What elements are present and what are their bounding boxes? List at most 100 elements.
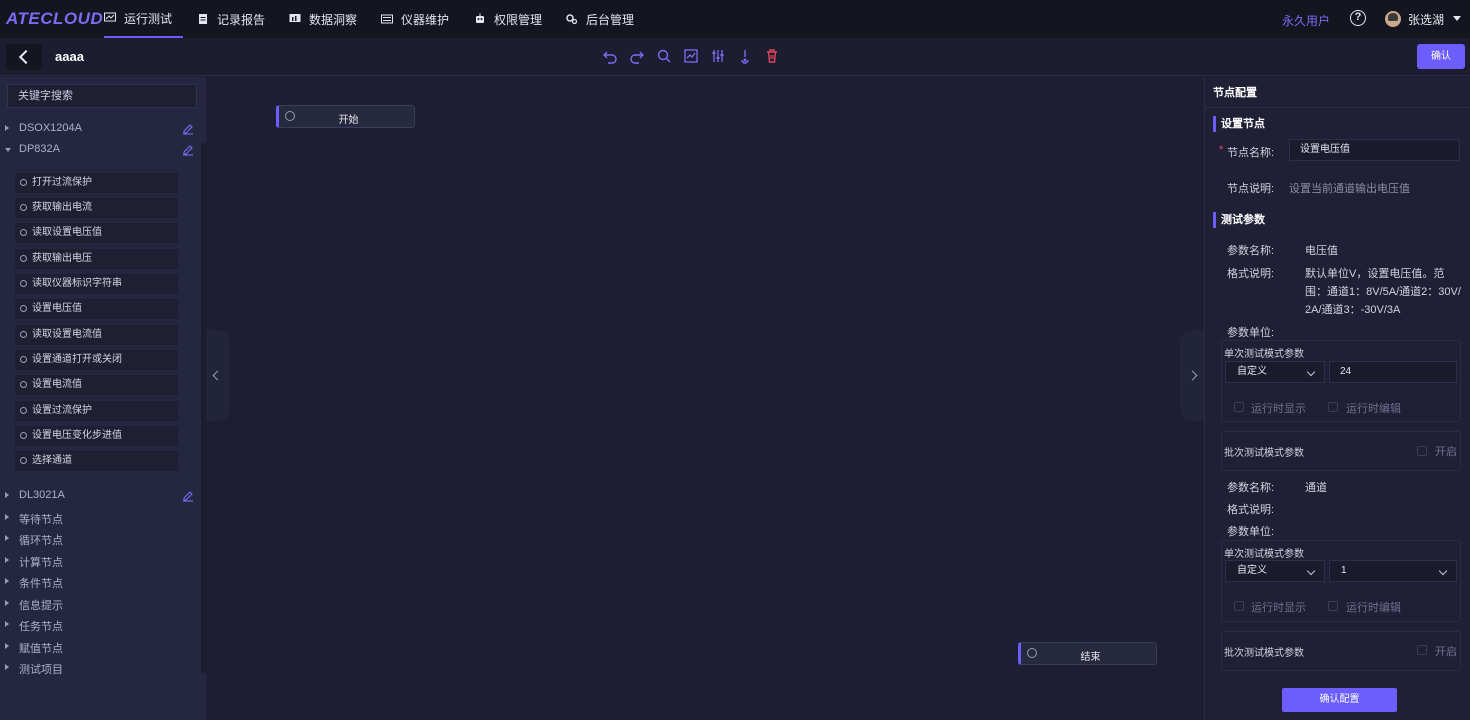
delete-icon[interactable] <box>764 48 780 64</box>
edit-icon[interactable] <box>181 142 195 156</box>
command-icon <box>20 356 27 363</box>
command-item[interactable]: 读取设置电压值 <box>15 223 178 243</box>
chevron-right-icon[interactable] <box>5 664 9 670</box>
chevron-right-icon[interactable] <box>5 578 9 584</box>
chevron-right-icon[interactable] <box>5 557 9 563</box>
command-item[interactable]: 读取设置电流值 <box>15 325 178 345</box>
command-item[interactable]: 读取仪器标识字符串 <box>15 274 178 294</box>
command-icon <box>20 331 27 338</box>
instrument-sidebar: 关键字搜索 DSOX1204A DP832A 打开过流保护 获取输出电流 读取设… <box>0 77 206 720</box>
command-item[interactable]: 设置电流值 <box>15 375 178 395</box>
tree-category[interactable]: 条件节点 <box>0 573 206 591</box>
runtime-edit-label: 运行时编辑 <box>1346 602 1401 614</box>
chart-icon[interactable] <box>683 48 699 64</box>
edit-icon[interactable] <box>181 121 195 135</box>
end-node[interactable]: 结束 <box>1018 642 1157 665</box>
chevron-right-icon[interactable] <box>5 600 9 606</box>
start-node[interactable]: 开始 <box>276 105 415 128</box>
help-icon[interactable]: ? <box>1350 10 1366 26</box>
confirm-button[interactable]: 确认 <box>1417 44 1465 69</box>
param-format-label: 格式说明: <box>1227 504 1275 516</box>
chevron-right-icon[interactable] <box>5 643 9 649</box>
tree-category[interactable]: 循环节点 <box>0 530 206 548</box>
tree-instrument-dl3021a[interactable]: DL3021A <box>0 487 206 505</box>
tree-instrument-dsox1204a[interactable]: DSOX1204A <box>0 120 206 138</box>
caret-down-icon[interactable] <box>1453 16 1461 21</box>
runtime-edit-checkbox[interactable] <box>1328 402 1338 412</box>
command-icon <box>20 179 27 186</box>
chevron-right-icon[interactable] <box>5 535 9 541</box>
avatar[interactable] <box>1385 11 1401 27</box>
command-item[interactable]: 设置电压值 <box>15 299 178 319</box>
batch-enable-checkbox[interactable] <box>1417 446 1427 456</box>
chevron-right-icon[interactable] <box>5 492 9 498</box>
chevron-right-icon[interactable] <box>5 621 9 627</box>
tree-category[interactable]: 测试项目 <box>0 659 206 677</box>
tree-label: DSOX1204A <box>19 122 82 134</box>
tree-category[interactable]: 计算节点 <box>0 552 206 570</box>
command-item[interactable]: 设置过流保护 <box>15 401 178 421</box>
batch-enable-checkbox[interactable] <box>1417 645 1427 655</box>
app-logo: ATECLOUD <box>6 9 104 28</box>
command-icon <box>20 280 27 287</box>
nav-permissions[interactable]: 权限管理 <box>474 0 542 38</box>
runtime-show-checkbox[interactable] <box>1234 601 1244 611</box>
user-type-label: 永久用户 <box>1282 14 1331 28</box>
param-value-input[interactable]: 24 <box>1329 361 1457 383</box>
run-icon[interactable] <box>737 48 753 64</box>
command-item[interactable]: 设置电压变化步进值 <box>15 426 178 446</box>
node-desc-input[interactable]: 设置当前通道输出电压值 <box>1289 180 1410 196</box>
chevron-down-icon[interactable] <box>5 148 11 152</box>
nav-label: 权限管理 <box>494 12 543 27</box>
command-item[interactable]: 获取输出电压 <box>15 249 178 269</box>
param-unit-label: 参数单位: <box>1227 526 1275 538</box>
tree-category[interactable]: 等待节点 <box>0 509 206 527</box>
collapse-right-handle[interactable] <box>1180 330 1204 421</box>
node-config-panel: 节点配置 设置节点 * 节点名称: 设置电压值 节点说明: 设置当前通道输出电压… <box>1204 77 1470 720</box>
section-test-params: 测试参数 <box>1213 212 1265 228</box>
tree-category[interactable]: 任务节点 <box>0 616 206 634</box>
command-item[interactable]: 打开过流保护 <box>15 173 178 193</box>
chevron-right-icon[interactable] <box>5 125 9 131</box>
mode-select[interactable]: 自定义 <box>1225 560 1325 582</box>
param-value-select[interactable]: 1 <box>1329 560 1457 582</box>
username[interactable]: 张选湖 <box>1408 11 1444 28</box>
tree-label: DL3021A <box>19 489 65 501</box>
single-mode-label: 单次测试模式参数 <box>1224 549 1304 560</box>
tree-category[interactable]: 信息提示 <box>0 595 206 613</box>
edit-icon[interactable] <box>181 488 195 502</box>
nav-instruments[interactable]: 仪器维护 <box>381 0 449 38</box>
robot-icon <box>476 13 484 23</box>
runtime-edit-checkbox[interactable] <box>1328 601 1338 611</box>
required-mark: * <box>1219 144 1224 156</box>
command-item[interactable]: 设置通道打开或关闭 <box>15 350 178 370</box>
adjust-icon[interactable] <box>710 48 726 64</box>
collapse-left-handle[interactable] <box>206 330 230 421</box>
redo-icon[interactable] <box>629 48 645 64</box>
undo-icon[interactable] <box>602 48 618 64</box>
keyboard-icon <box>381 14 393 24</box>
nav-label: 后台管理 <box>586 12 635 27</box>
flow-canvas[interactable]: 开始 结束 <box>206 77 1204 720</box>
batch-enable-label: 开启 <box>1435 446 1457 458</box>
nav-run-test[interactable]: 运行测试 <box>104 0 183 38</box>
single-mode-label: 单次测试模式参数 <box>1224 349 1304 360</box>
runtime-show-checkbox[interactable] <box>1234 402 1244 412</box>
chevron-right-icon[interactable] <box>5 514 9 520</box>
node-name-input[interactable]: 设置电压值 <box>1289 139 1460 161</box>
confirm-config-button[interactable]: 确认配置 <box>1282 688 1397 712</box>
back-button[interactable] <box>6 44 42 70</box>
command-icon <box>20 407 27 414</box>
nav-admin[interactable]: 后台管理 <box>566 0 634 38</box>
tree-instrument-dp832a[interactable]: DP832A <box>0 141 206 159</box>
search-input[interactable]: 关键字搜索 <box>7 84 197 108</box>
command-item[interactable]: 获取输出电流 <box>15 198 178 218</box>
nav-data-insight[interactable]: 数据洞察 <box>289 0 357 38</box>
insight-icon <box>289 14 301 22</box>
tree-category[interactable]: 赋值节点 <box>0 638 206 656</box>
command-item[interactable]: 选择通道 <box>15 451 178 471</box>
document-icon <box>199 14 207 24</box>
zoom-icon[interactable] <box>656 48 672 64</box>
mode-select[interactable]: 自定义 <box>1225 361 1325 383</box>
nav-records[interactable]: 记录报告 <box>197 0 265 38</box>
